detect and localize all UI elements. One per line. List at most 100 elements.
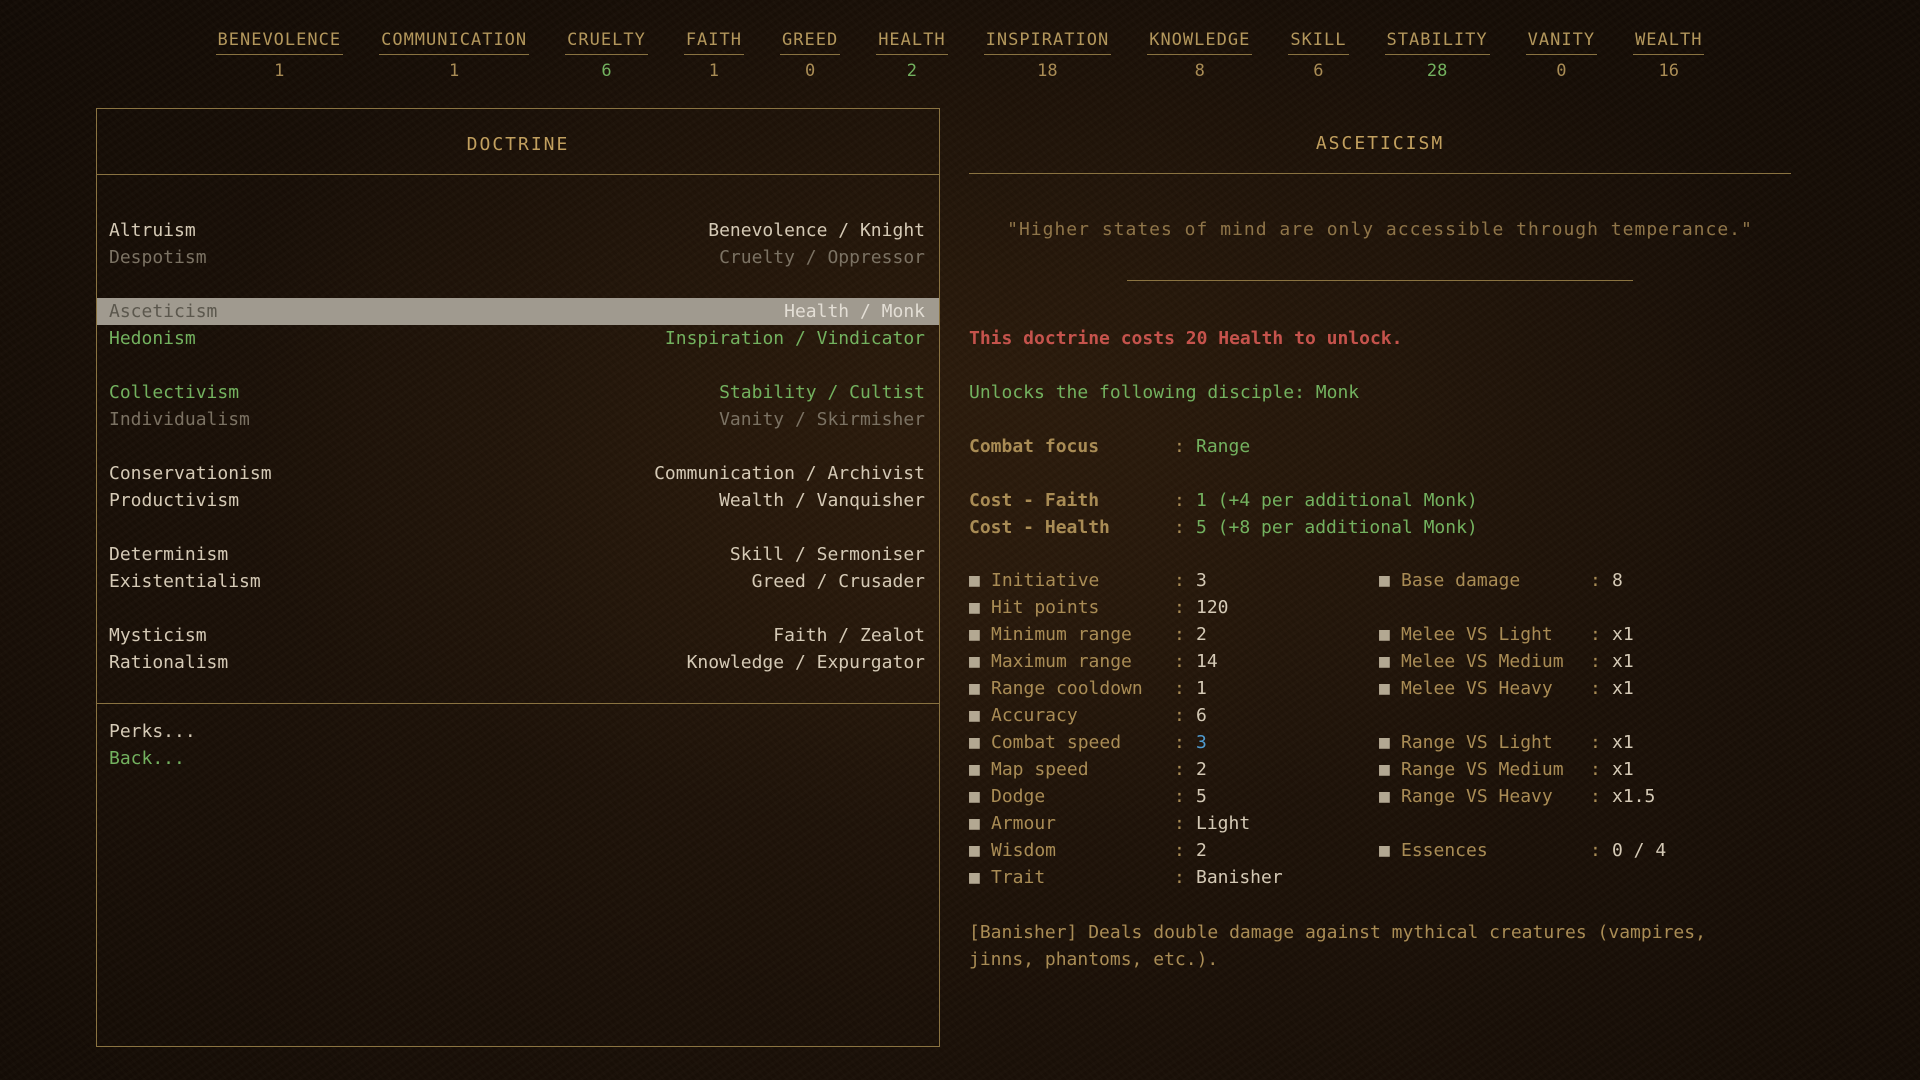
stat-value: 8 — [1612, 567, 1623, 594]
doctrine-group: Asceticism Health / Monk Hedonism Inspir… — [97, 298, 939, 352]
stat-value: 2 — [1196, 621, 1207, 648]
cost-label: Cost - Faith — [969, 487, 1174, 514]
resource-knowledge: KNOWLEDGE 8 — [1147, 30, 1252, 81]
stat-value: 3 — [1196, 567, 1207, 594]
stat-value: 3 — [1196, 729, 1207, 756]
stat-value: Light — [1196, 810, 1250, 837]
square-bullet-icon: ■ — [969, 594, 991, 621]
doctrine-requirement: Greed / Crusader — [752, 568, 925, 595]
doctrine-row-determinism[interactable]: Determinism Skill / Sermoniser — [97, 541, 939, 568]
resource-label: SKILL — [1288, 30, 1348, 55]
resource-stability: STABILITY 28 — [1385, 30, 1490, 81]
doctrine-name: Asceticism — [109, 298, 217, 325]
separator: : — [1174, 514, 1196, 541]
details-panel-title: ASCETICISM — [969, 108, 1791, 174]
separator: : — [1174, 487, 1196, 514]
resource-value: 1 — [449, 61, 459, 81]
resource-label: FAITH — [684, 30, 744, 55]
resource-skill: SKILL 6 — [1288, 30, 1348, 81]
stat-label: Range VS Heavy — [1401, 783, 1590, 810]
stat-label: Armour — [991, 810, 1174, 837]
resource-value: 28 — [1427, 61, 1447, 81]
resource-health: HEALTH 2 — [876, 30, 947, 81]
stat-row-dodge: ■ Dodge : 5 — [969, 783, 1379, 810]
resource-label: COMMUNICATION — [379, 30, 529, 55]
doctrine-quote: "Higher states of mind are only accessib… — [969, 216, 1791, 243]
square-bullet-icon: ■ — [1379, 567, 1401, 594]
doctrine-requirement: Knowledge / Expurgator — [687, 649, 925, 676]
resource-wealth: WEALTH 16 — [1633, 30, 1704, 81]
separator: : — [1590, 756, 1612, 783]
doctrine-row-despotism[interactable]: Despotism Cruelty / Oppressor — [97, 244, 939, 271]
square-bullet-icon: ■ — [1379, 756, 1401, 783]
doctrine-requirement: Wealth / Vanquisher — [719, 487, 925, 514]
doctrine-name: Determinism — [109, 541, 228, 568]
separator: : — [1590, 783, 1612, 810]
resource-communication: COMMUNICATION 1 — [379, 30, 529, 81]
stat-label: Hit points — [991, 594, 1174, 621]
stat-row-range-cooldown: ■ Range cooldown : 1 — [969, 675, 1379, 702]
stat-label: Range VS Light — [1401, 729, 1590, 756]
stat-value: x1 — [1612, 729, 1634, 756]
stat-spacer — [1379, 702, 1791, 729]
doctrine-row-individualism[interactable]: Individualism Vanity / Skirmisher — [97, 406, 939, 433]
stat-value: x1 — [1612, 621, 1634, 648]
stat-label: Range VS Medium — [1401, 756, 1590, 783]
stat-value: x1 — [1612, 675, 1634, 702]
doctrine-row-collectivism[interactable]: Collectivism Stability / Cultist — [97, 379, 939, 406]
doctrine-row-conservationism[interactable]: Conservationism Communication / Archivis… — [97, 460, 939, 487]
stat-row-minimum-range: ■ Minimum range : 2 — [969, 621, 1379, 648]
doctrine-requirement: Faith / Zealot — [773, 622, 925, 649]
stat-value: 1 — [1196, 675, 1207, 702]
menu-item-perks[interactable]: Perks... — [97, 718, 939, 745]
doctrine-row-asceticism[interactable]: Asceticism Health / Monk — [97, 298, 939, 325]
doctrine-row-existentialism[interactable]: Existentialism Greed / Crusader — [97, 568, 939, 595]
resource-value: 2 — [907, 61, 917, 81]
separator: : — [1174, 810, 1196, 837]
square-bullet-icon: ■ — [1379, 648, 1401, 675]
resource-label: VANITY — [1526, 30, 1597, 55]
stat-value: 5 — [1196, 783, 1207, 810]
separator: : — [1174, 756, 1196, 783]
stat-label: Melee VS Medium — [1401, 648, 1590, 675]
stat-value: x1.5 — [1612, 783, 1655, 810]
separator: : — [1174, 864, 1196, 891]
doctrine-row-rationalism[interactable]: Rationalism Knowledge / Expurgator — [97, 649, 939, 676]
doctrine-group: Altruism Benevolence / Knight Despotism … — [97, 217, 939, 271]
doctrine-row-productivism[interactable]: Productivism Wealth / Vanquisher — [97, 487, 939, 514]
square-bullet-icon: ■ — [969, 702, 991, 729]
resource-value: 6 — [601, 61, 611, 81]
separator: : — [1590, 675, 1612, 702]
doctrine-row-hedonism[interactable]: Hedonism Inspiration / Vindicator — [97, 325, 939, 352]
doctrine-row-altruism[interactable]: Altruism Benevolence / Knight — [97, 217, 939, 244]
stat-row-wisdom: ■ Wisdom : 2 — [969, 837, 1379, 864]
stat-row-melee-vs-light: ■ Melee VS Light : x1 — [1379, 621, 1791, 648]
separator: : — [1590, 567, 1612, 594]
costs-block: Cost - Faith : 1 (+4 per additional Monk… — [969, 487, 1791, 541]
stat-row-range-vs-medium: ■ Range VS Medium : x1 — [1379, 756, 1791, 783]
menu-item-back[interactable]: Back... — [97, 745, 939, 772]
square-bullet-icon: ■ — [1379, 621, 1401, 648]
resource-value: 18 — [1037, 61, 1057, 81]
resource-label: BENEVOLENCE — [216, 30, 344, 55]
doctrine-name: Productivism — [109, 487, 239, 514]
cost-row-health: Cost - Health : 5 (+8 per additional Mon… — [969, 514, 1791, 541]
resource-value: 1 — [709, 61, 719, 81]
doctrine-row-mysticism[interactable]: Mysticism Faith / Zealot — [97, 622, 939, 649]
resource-cruelty: CRUELTY 6 — [565, 30, 648, 81]
separator: : — [1174, 783, 1196, 810]
separator: : — [1174, 675, 1196, 702]
separator: : — [1174, 594, 1196, 621]
unlock-cost-text: This doctrine costs 20 Health to unlock. — [969, 325, 1791, 352]
doctrine-name: Altruism — [109, 217, 196, 244]
resource-value: 8 — [1195, 61, 1205, 81]
resource-value: 0 — [1556, 61, 1566, 81]
doctrine-requirement: Cruelty / Oppressor — [719, 244, 925, 271]
stat-value: 2 — [1196, 756, 1207, 783]
disciple-stats-left-column: ■ Initiative : 3 ■ Hit points : 120 ■ Mi… — [969, 567, 1379, 891]
stat-value: x1 — [1612, 756, 1634, 783]
stat-value: 14 — [1196, 648, 1218, 675]
stat-label: Essences — [1401, 837, 1590, 864]
combat-focus-label: Combat focus — [969, 433, 1174, 460]
doctrine-group: Determinism Skill / Sermoniser Existenti… — [97, 541, 939, 595]
